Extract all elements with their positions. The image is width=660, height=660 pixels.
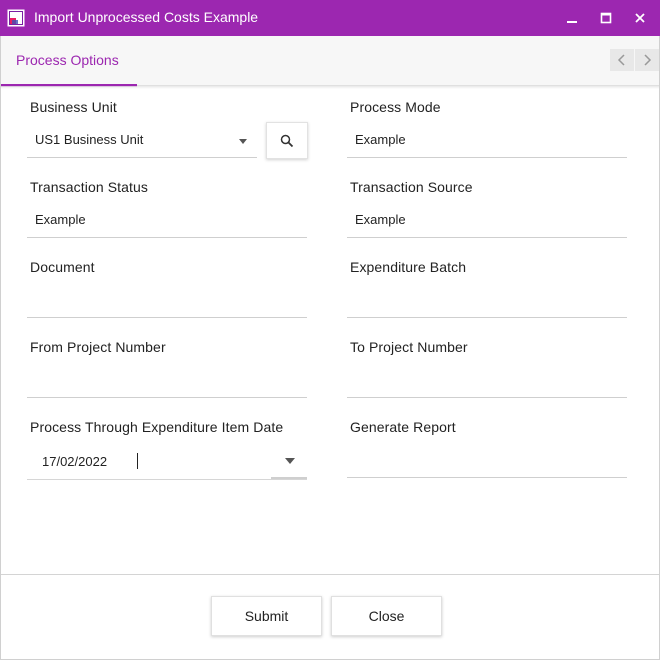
transaction-source-field[interactable]: Example [347, 202, 627, 238]
chevron-down-icon [285, 458, 295, 464]
generate-report-field[interactable] [347, 442, 627, 478]
process-through-date-picker[interactable]: 17/02/2022 [27, 443, 307, 480]
tab-scroll-prev-button[interactable] [610, 49, 634, 71]
app-icon [7, 9, 25, 27]
process-mode-value: Example [355, 132, 406, 147]
transaction-status-label: Transaction Status [30, 179, 149, 195]
tab-process-options[interactable]: Process Options [1, 36, 137, 87]
close-button[interactable]: Close [331, 596, 442, 636]
chevron-left-icon [617, 54, 625, 66]
business-unit-value: US1 Business Unit [35, 132, 144, 147]
maximize-button[interactable] [588, 0, 624, 36]
from-project-number-field[interactable] [27, 362, 307, 398]
transaction-source-value: Example [355, 212, 406, 227]
business-unit-select[interactable]: US1 Business Unit [27, 122, 257, 158]
document-label: Document [30, 259, 95, 275]
transaction-source-label: Transaction Source [350, 179, 473, 195]
date-dropdown-button[interactable] [271, 443, 307, 479]
tab-scroll-next-button[interactable] [635, 49, 659, 71]
process-mode-field[interactable]: Example [347, 122, 627, 158]
to-project-number-label: To Project Number [350, 339, 468, 355]
chevron-down-icon [239, 139, 247, 144]
tab-bar: Process Options [1, 36, 659, 87]
close-window-button[interactable] [622, 0, 658, 36]
text-cursor [137, 453, 138, 469]
tab-label: Process Options [16, 52, 119, 68]
minimize-icon [567, 21, 577, 23]
close-icon [635, 13, 645, 23]
generate-report-label: Generate Report [350, 419, 456, 435]
process-through-date-label: Process Through Expenditure Item Date [30, 419, 284, 435]
expenditure-batch-label: Expenditure Batch [350, 259, 467, 275]
search-icon [280, 134, 294, 147]
title-bar: Import Unprocessed Costs Example [0, 0, 660, 36]
to-project-number-field[interactable] [347, 362, 627, 398]
business-unit-label: Business Unit [30, 99, 117, 115]
minimize-button[interactable] [554, 0, 590, 36]
window-title: Import Unprocessed Costs Example [34, 9, 259, 25]
business-unit-search-button[interactable] [266, 122, 308, 159]
chevron-right-icon [644, 54, 652, 66]
process-through-date-value: 17/02/2022 [42, 454, 108, 469]
form-panel [1, 89, 659, 575]
maximize-icon [600, 12, 612, 24]
transaction-status-field[interactable]: Example [27, 202, 307, 238]
document-field[interactable] [27, 282, 307, 318]
expenditure-batch-field[interactable] [347, 282, 627, 318]
submit-button[interactable]: Submit [211, 596, 322, 636]
transaction-status-value: Example [35, 212, 86, 227]
process-mode-label: Process Mode [350, 99, 441, 115]
from-project-number-label: From Project Number [30, 339, 166, 355]
